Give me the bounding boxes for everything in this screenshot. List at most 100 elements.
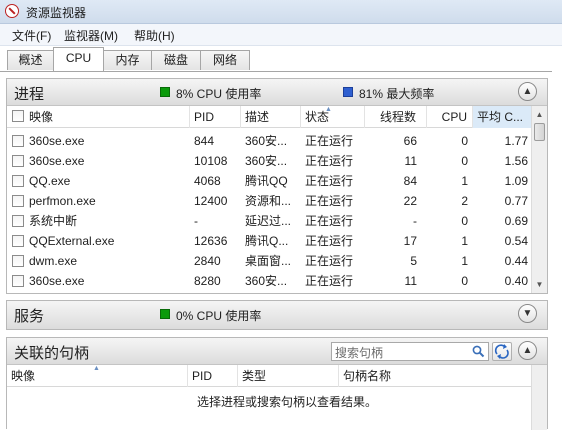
menu-help[interactable]: 帮助(H) xyxy=(134,27,175,44)
process-status: 正在运行 xyxy=(305,234,354,248)
process-image: QQ.exe xyxy=(29,174,71,188)
process-pid: 8280 xyxy=(194,274,221,288)
handles-sort-indicator-icon: ▲ xyxy=(93,365,100,372)
sort-indicator-icon: ▲ xyxy=(325,106,332,113)
handle-search-placeholder: 搜索句柄 xyxy=(335,346,384,360)
process-pid: 2840 xyxy=(194,254,221,268)
handles-column-handle-name[interactable]: 句柄名称 xyxy=(339,365,532,387)
process-cpu: 1 xyxy=(461,234,468,248)
column-average-cpu[interactable]: 平均 C... xyxy=(473,106,532,128)
process-threads: 11 xyxy=(404,154,417,168)
menu-monitor[interactable]: 监视器(M) xyxy=(64,27,118,44)
process-checkbox[interactable] xyxy=(12,235,24,247)
process-checkbox[interactable] xyxy=(12,175,24,187)
process-row[interactable]: perfmon.exe 12400 资源和... 正在运行 22 2 0.77 xyxy=(7,191,532,211)
processes-cpu-usage: 8% CPU 使用率 xyxy=(176,87,262,101)
process-row[interactable]: 360se.exe 10108 360安... 正在运行 11 0 1.56 xyxy=(7,151,532,171)
process-checkbox[interactable] xyxy=(12,275,24,287)
processes-column-header: 映像 PID 描述 状态 ▲ 线程数 CPU 平均 C... xyxy=(7,106,532,128)
process-threads: 66 xyxy=(403,134,417,148)
process-description: 360安... xyxy=(245,274,288,288)
process-pid: 12400 xyxy=(194,194,228,208)
tab-cpu[interactable]: CPU xyxy=(53,47,104,71)
cpu-usage-legend-icon xyxy=(160,87,170,97)
process-checkbox[interactable] xyxy=(12,135,24,147)
process-threads: 11 xyxy=(404,274,417,288)
process-status: 正在运行 xyxy=(305,174,354,188)
handles-empty-message: 选择进程或搜索句柄以查看结果。 xyxy=(197,395,378,409)
processes-scrollbar[interactable]: ▲ ▼ xyxy=(531,106,547,293)
resource-monitor-icon xyxy=(5,4,19,18)
process-pid: 4068 xyxy=(194,174,221,188)
process-checkbox[interactable] xyxy=(12,255,24,267)
process-image: 360se.exe xyxy=(29,274,85,288)
handle-search-input[interactable]: 搜索句柄 xyxy=(331,342,489,361)
column-cpu[interactable]: CPU xyxy=(427,106,473,128)
process-average-cpu: 0.54 xyxy=(504,234,528,248)
processes-header[interactable]: 进程 8% CPU 使用率 81% 最大频率 ▲ xyxy=(7,79,547,106)
process-average-cpu: 1.56 xyxy=(504,154,528,168)
process-description: 桌面窗... xyxy=(245,254,292,268)
process-status: 正在运行 xyxy=(305,194,354,208)
process-row[interactable]: QQ.exe 4068 腾讯QQ 正在运行 84 1 1.09 xyxy=(7,171,532,191)
process-pid: - xyxy=(194,214,198,228)
process-status: 正在运行 xyxy=(305,134,354,148)
process-average-cpu: 1.77 xyxy=(504,134,528,148)
menu-file[interactable]: 文件(F) xyxy=(12,27,51,44)
services-title: 服务 xyxy=(14,308,45,325)
column-description[interactable]: 描述 xyxy=(241,106,301,128)
handles-scrollbar[interactable] xyxy=(531,365,547,430)
process-row[interactable]: 360se.exe 844 360安... 正在运行 66 0 1.77 xyxy=(7,131,532,151)
refresh-search-button[interactable] xyxy=(492,342,512,361)
process-image: QQExternal.exe xyxy=(29,234,115,248)
column-status[interactable]: 状态 ▲ xyxy=(301,106,365,128)
process-status: 正在运行 xyxy=(305,254,354,268)
handles-column-image[interactable]: 映像 ▲ xyxy=(7,365,188,387)
process-checkbox[interactable] xyxy=(12,195,24,207)
process-row[interactable]: 360se.exe 8280 360安... 正在运行 11 0 0.40 xyxy=(7,271,532,291)
process-description: 腾讯QQ xyxy=(245,174,288,188)
column-image[interactable]: 映像 xyxy=(7,106,190,128)
tab-baseline xyxy=(0,71,552,72)
handles-column-image-label: 映像 xyxy=(11,369,36,383)
process-checkbox[interactable] xyxy=(12,215,24,227)
processes-title: 进程 xyxy=(14,86,45,103)
collapse-handles-button[interactable]: ▲ xyxy=(518,341,537,360)
process-row[interactable]: 系统中断 - 延迟过... 正在运行 - 0 0.69 xyxy=(7,211,532,231)
process-row[interactable]: dwm.exe 2840 桌面窗... 正在运行 5 1 0.44 xyxy=(7,251,532,271)
select-all-checkbox[interactable] xyxy=(12,110,24,122)
process-average-cpu: 0.40 xyxy=(504,274,528,288)
tab-disk[interactable]: 磁盘 xyxy=(151,50,201,70)
collapse-processes-button[interactable]: ▲ xyxy=(518,82,537,101)
tab-overview[interactable]: 概述 xyxy=(7,50,54,70)
process-cpu: 1 xyxy=(461,254,468,268)
scroll-up-icon[interactable]: ▲ xyxy=(533,107,546,122)
search-icon[interactable] xyxy=(472,345,485,358)
scroll-thumb[interactable] xyxy=(534,123,545,141)
process-description: 360安... xyxy=(245,134,288,148)
process-cpu: 1 xyxy=(461,174,468,188)
column-image-label: 映像 xyxy=(29,110,54,124)
scroll-down-icon[interactable]: ▼ xyxy=(533,277,546,292)
process-average-cpu: 0.44 xyxy=(504,254,528,268)
processes-panel: 进程 8% CPU 使用率 81% 最大频率 ▲ 映像 PID 描述 状态 ▲ … xyxy=(6,78,548,294)
column-pid[interactable]: PID xyxy=(190,106,241,128)
tab-strip: 概述 CPU 内存 磁盘 网络 xyxy=(0,46,562,72)
menu-bar: 文件(F) 监视器(M) 帮助(H) xyxy=(0,24,562,46)
process-checkbox[interactable] xyxy=(12,155,24,167)
process-average-cpu: 1.09 xyxy=(504,174,528,188)
process-row[interactable]: QQExternal.exe 12636 腾讯Q... 正在运行 17 1 0.54 xyxy=(7,231,532,251)
handles-header[interactable]: 关联的句柄 搜索句柄 ▲ xyxy=(7,338,547,365)
process-cpu: 0 xyxy=(461,134,468,148)
process-description: 资源和... xyxy=(245,194,292,208)
handles-column-type[interactable]: 类型 xyxy=(238,365,339,387)
handles-column-pid[interactable]: PID xyxy=(188,365,238,387)
process-pid: 10108 xyxy=(194,154,228,168)
expand-services-button[interactable]: ▼ xyxy=(518,304,537,323)
process-status: 正在运行 xyxy=(305,274,354,288)
process-image: 360se.exe xyxy=(29,154,85,168)
column-threads[interactable]: 线程数 xyxy=(365,106,427,128)
tab-network[interactable]: 网络 xyxy=(200,50,250,70)
services-header[interactable]: 服务 0% CPU 使用率 ▼ xyxy=(7,301,547,329)
tab-memory[interactable]: 内存 xyxy=(103,50,152,70)
